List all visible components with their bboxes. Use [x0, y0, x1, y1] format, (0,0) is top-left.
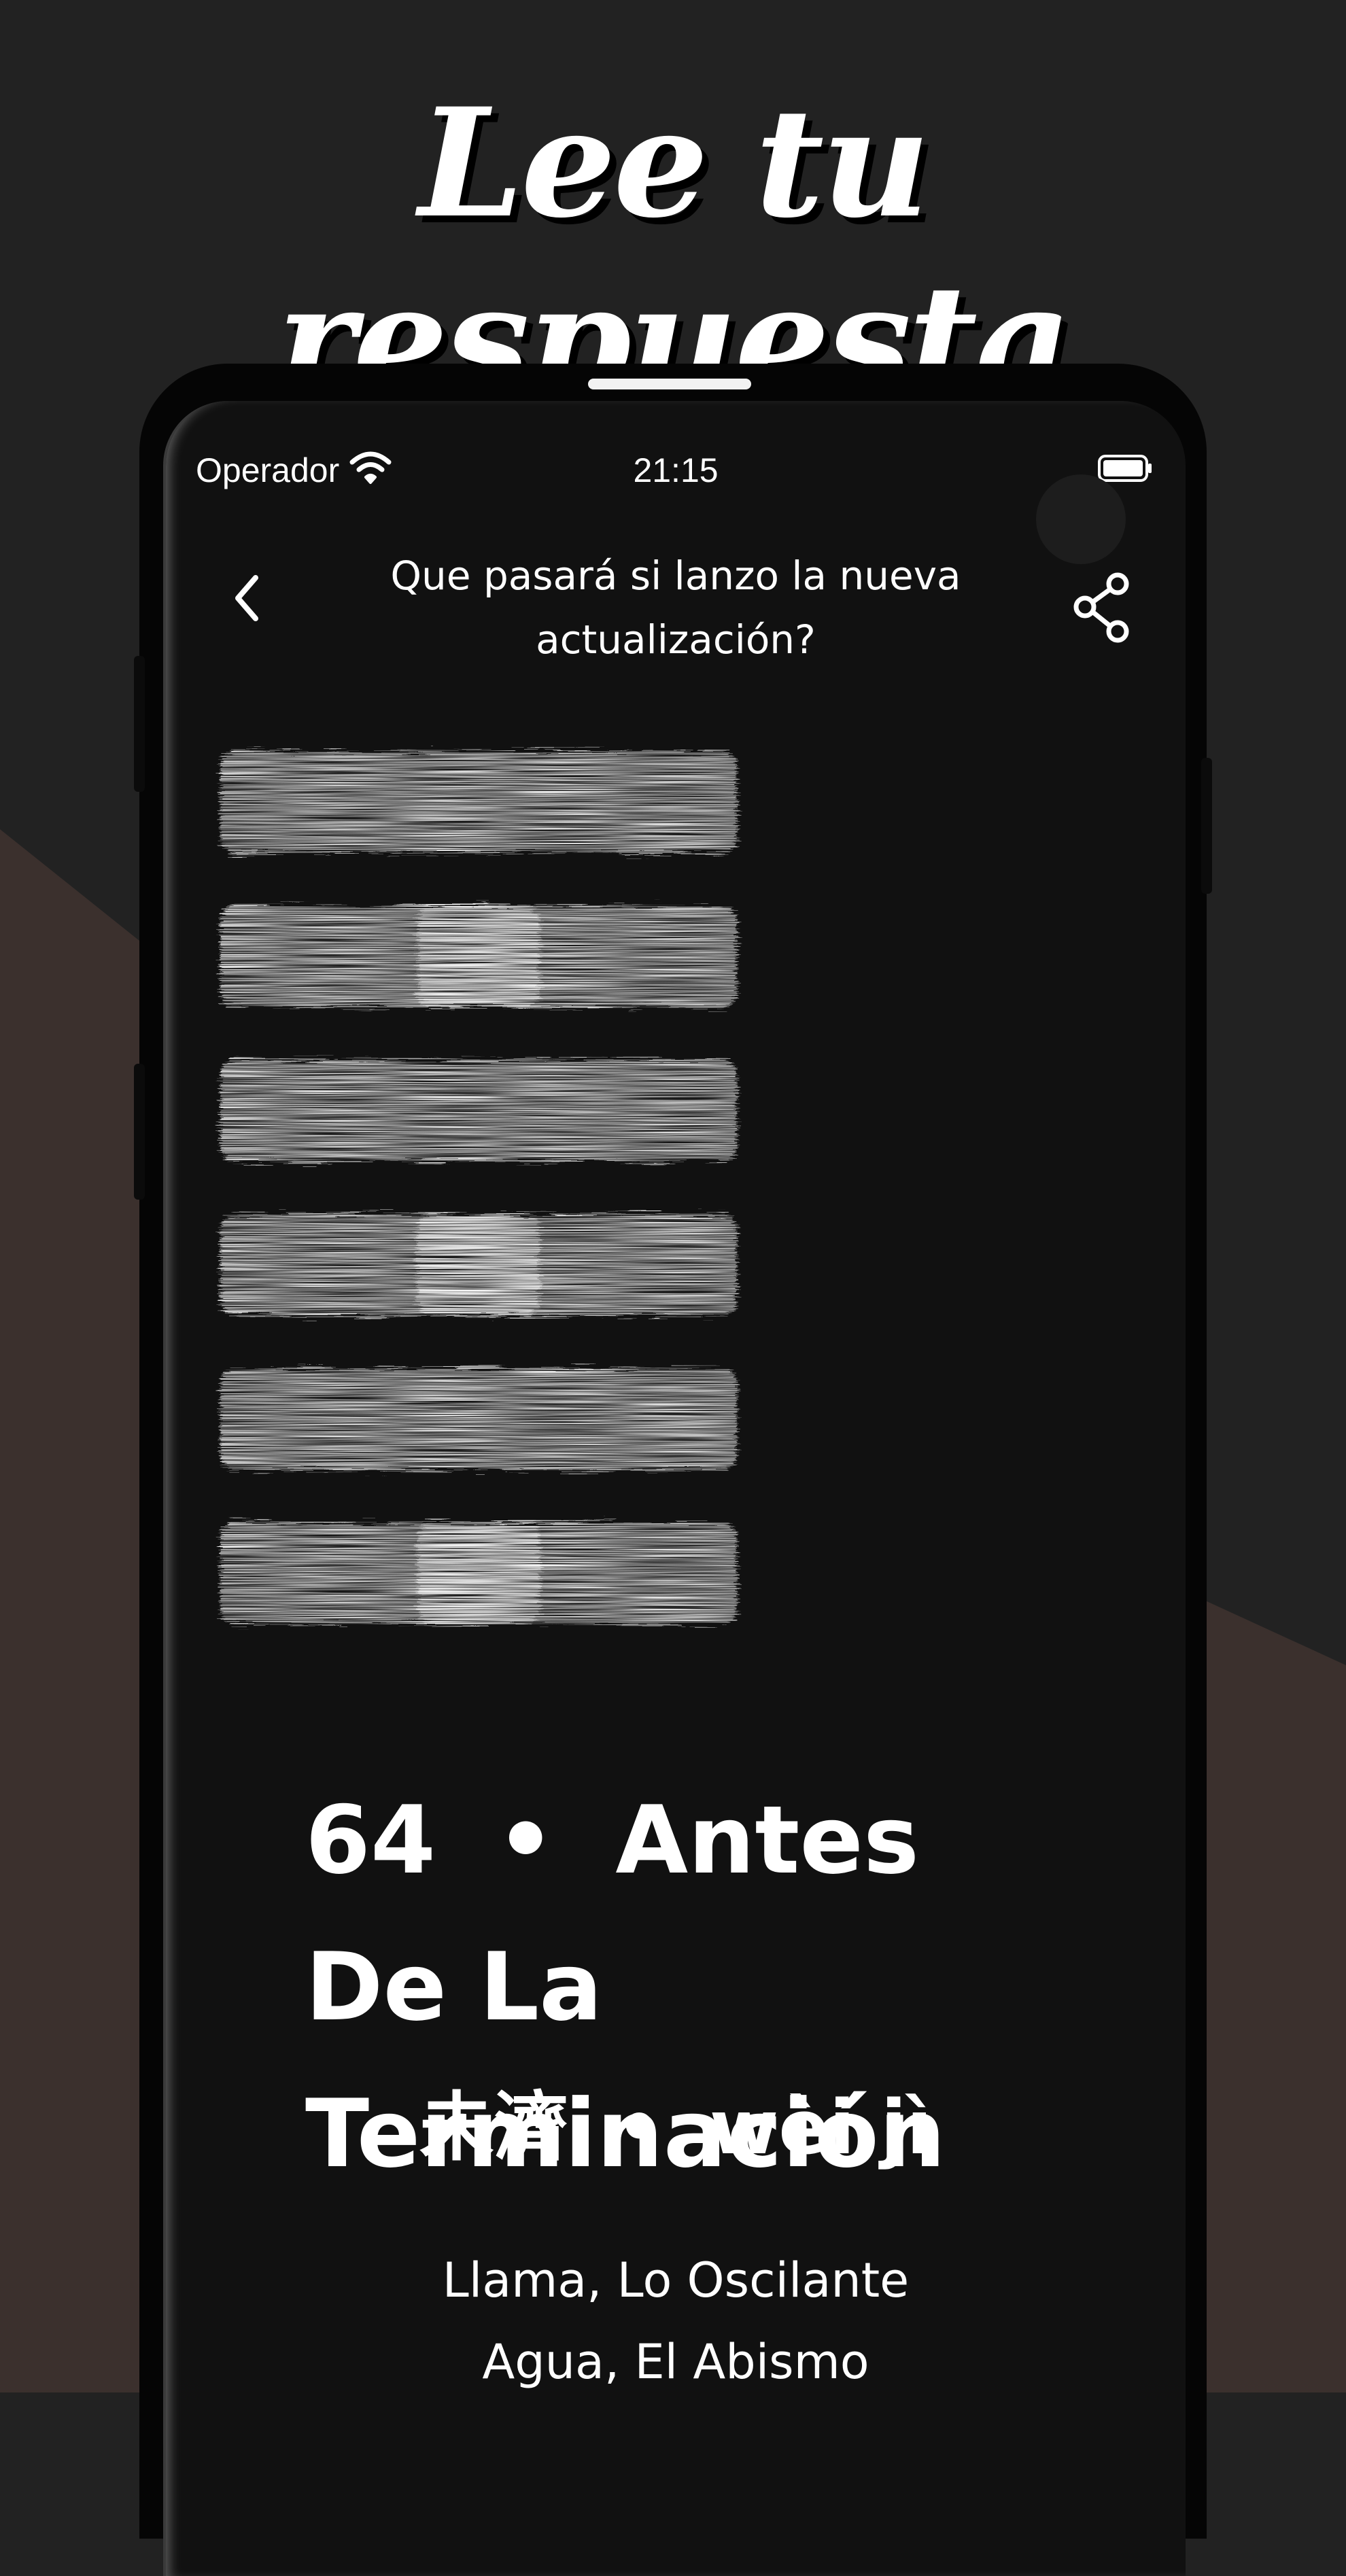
pinyin: wèi jì — [709, 2084, 933, 2171]
hexagram-line-broken-segment — [417, 1214, 737, 1316]
upper-trigram: Llama, Lo Oscilante — [442, 2252, 910, 2308]
phone-screen: Operador 21:15 Que pasará si lanzo la nu… — [163, 401, 1186, 2576]
title-separator: • — [496, 1786, 556, 1895]
lower-trigram: Agua, El Abismo — [482, 2334, 869, 2390]
hexagram — [220, 751, 737, 1624]
hexagram-line-broken-segment — [417, 1522, 737, 1624]
phone-frame: Operador 21:15 Que pasará si lanzo la nu… — [134, 364, 1212, 2576]
hexagram-number: 64 — [305, 1786, 436, 1895]
hexagram-line-solid — [220, 751, 737, 853]
hexagram-line-solid — [220, 1060, 737, 1162]
power-button — [1201, 758, 1212, 894]
earpiece — [588, 379, 751, 389]
volume-button — [134, 1064, 145, 1200]
volume-button — [134, 656, 145, 792]
hexagram-line-solid — [220, 1368, 737, 1470]
hexagram-line-broken-segment — [417, 905, 737, 1007]
chinese-name: 未濟 — [419, 2084, 569, 2171]
chinese-name-line: 未濟 • wèi jì — [166, 2080, 1186, 2175]
chinese-separator: • — [615, 2084, 663, 2171]
